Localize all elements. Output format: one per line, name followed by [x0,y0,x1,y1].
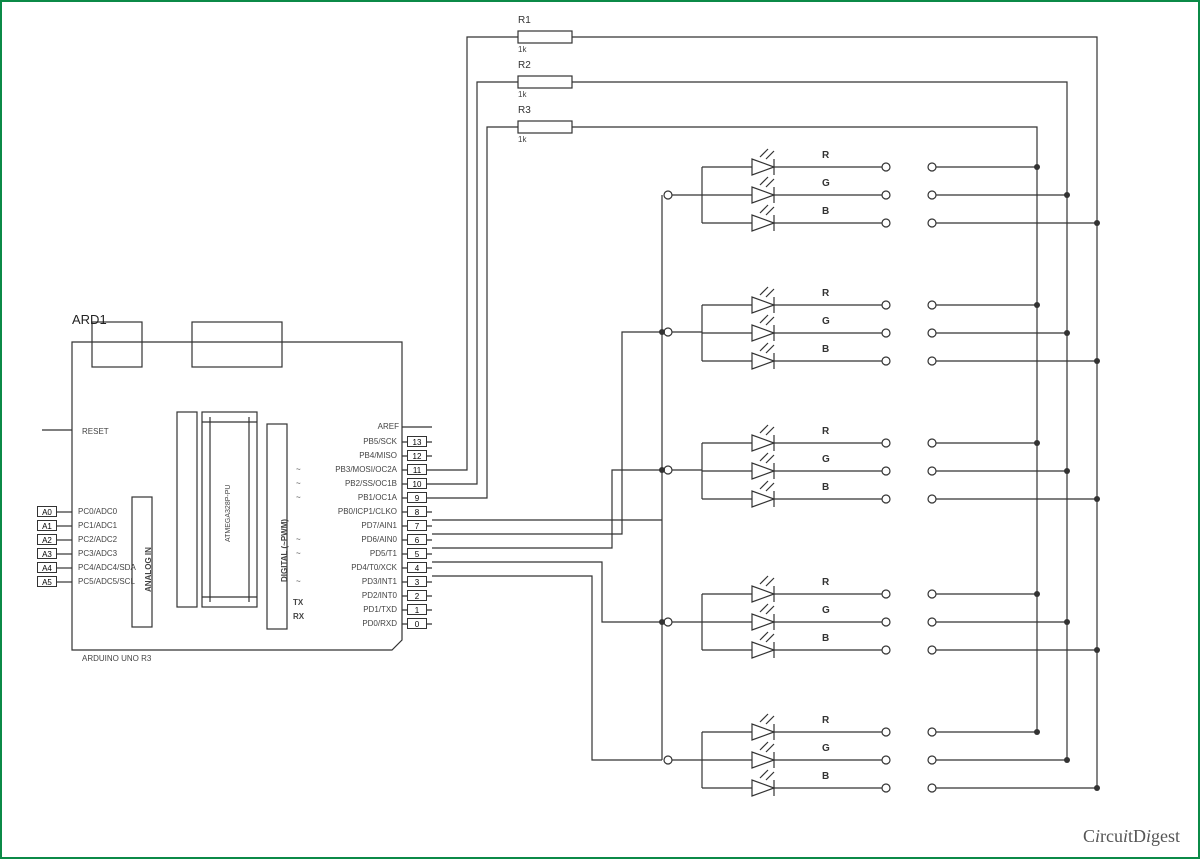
analog-header: ANALOG IN [144,547,153,592]
digital-name-7: PD7/AIN1 [309,521,397,530]
led1-G: G [822,178,830,189]
digital-pin-12: 12 [407,450,427,461]
res-val-R1: 1k [518,45,526,54]
led2-R: R [822,288,829,299]
analog-int-A3: PC3/ADC3 [78,549,117,558]
digital-name-3: PD3/INT1 [309,577,397,586]
arduino-model: ARDUINO UNO R3 [82,654,151,663]
led5-B: B [822,771,829,782]
digital-pin-8: 8 [407,506,427,517]
digital-pin-4: 4 [407,562,427,573]
led4-R: R [822,577,829,588]
led2-G: G [822,316,830,327]
tx-label: TX [293,598,303,607]
arduino-ref: ARD1 [72,312,107,327]
digital-pin-6: 6 [407,534,427,545]
branding-logo: CircuitDigest [1083,826,1180,847]
aref-label: AREF [374,422,399,431]
led3-R: R [822,426,829,437]
digital-name-12: PB4/MISO [309,451,397,460]
res-ref-R2: R2 [518,60,531,71]
led3-G: G [822,454,830,465]
digital-name-2: PD2/INT0 [309,591,397,600]
res-ref-R1: R1 [518,15,531,26]
digital-pin-2: 2 [407,590,427,601]
led1-R: R [822,150,829,161]
analog-int-A5: PC5/ADC5/SCL [78,577,135,586]
led2-B: B [822,344,829,355]
digital-name-6: PD6/AIN0 [309,535,397,544]
digital-pin-3: 3 [407,576,427,587]
digital-pin-5: 5 [407,548,427,559]
analog-pin-A4: A4 [37,562,57,573]
digital-name-5: PD5/T1 [309,549,397,558]
digital-name-13: PB5/SCK [309,437,397,446]
tilde-11: ~ [296,465,301,474]
led5-R: R [822,715,829,726]
digital-pin-0: 0 [407,618,427,629]
analog-pin-A0: A0 [37,506,57,517]
led1-B: B [822,206,829,217]
schematic-canvas: { "arduino": { "ref": "ARD1", "model": "… [0,0,1200,859]
digital-pin-9: 9 [407,492,427,503]
tilde-6: ~ [296,535,301,544]
chip-label: ATMEGA328P-PU [225,485,232,542]
led4-B: B [822,633,829,644]
tilde-3: ~ [296,577,301,586]
rx-label: RX [293,612,304,621]
digital-name-4: PD4/T0/XCK [309,563,397,572]
reset-label: RESET [82,427,109,436]
tilde-10: ~ [296,479,301,488]
digital-name-1: PD1/TXD [309,605,397,614]
res-ref-R3: R3 [518,105,531,116]
analog-pin-A1: A1 [37,520,57,531]
analog-int-A1: PC1/ADC1 [78,521,117,530]
digital-header: DIGITAL (~PWM) [280,519,289,582]
digital-pin-10: 10 [407,478,427,489]
led4-G: G [822,605,830,616]
digital-pin-7: 7 [407,520,427,531]
analog-pin-A5: A5 [37,576,57,587]
tilde-9: ~ [296,493,301,502]
digital-name-10: PB2/SS/OC1B [309,479,397,488]
led3-B: B [822,482,829,493]
analog-pin-A2: A2 [37,534,57,545]
digital-name-9: PB1/OC1A [309,493,397,502]
digital-name-11: PB3/MOSI/OC2A [309,465,397,474]
res-val-R2: 1k [518,90,526,99]
analog-int-A0: PC0/ADC0 [78,507,117,516]
digital-pin-13: 13 [407,436,427,447]
res-val-R3: 1k [518,135,526,144]
led5-G: G [822,743,830,754]
analog-pin-A3: A3 [37,548,57,559]
digital-pin-11: 11 [407,464,427,475]
digital-pin-1: 1 [407,604,427,615]
digital-name-0: PD0/RXD [309,619,397,628]
wiring-svg [2,2,1198,857]
analog-int-A2: PC2/ADC2 [78,535,117,544]
analog-int-A4: PC4/ADC4/SDA [78,563,136,572]
tilde-5: ~ [296,549,301,558]
digital-name-8: PB0/ICP1/CLKO [309,507,397,516]
